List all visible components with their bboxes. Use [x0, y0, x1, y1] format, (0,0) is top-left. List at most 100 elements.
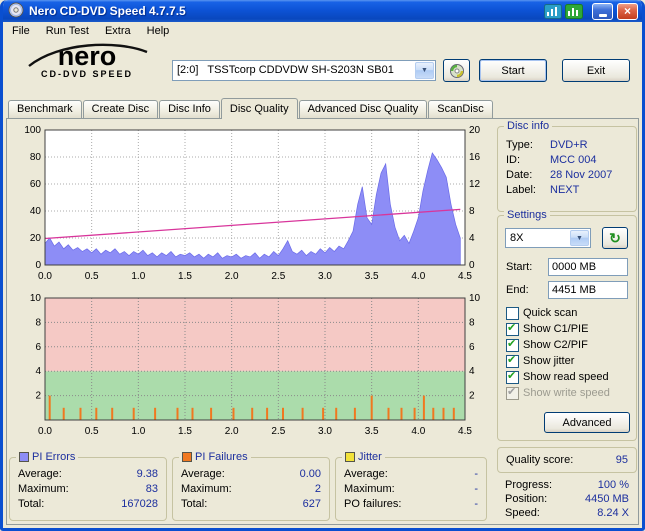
svg-text:2.0: 2.0 [225, 426, 239, 437]
checkbox-box[interactable] [506, 306, 519, 320]
svg-text:2.0: 2.0 [225, 271, 239, 282]
svg-text:4.5: 4.5 [458, 426, 472, 437]
end-input[interactable]: 4451 MB [548, 281, 628, 299]
checkbox-box[interactable]: ✔ [506, 322, 519, 336]
menu-extra[interactable]: Extra [97, 23, 139, 39]
window-title: Nero CD-DVD Speed 4.7.7.5 [29, 4, 186, 18]
stat-value: 2 [314, 483, 321, 495]
progress-value: 8.24 X [597, 507, 629, 519]
svg-text:2: 2 [469, 391, 475, 402]
stat-row-average: Average: 9.38 [18, 468, 158, 483]
tab-disc-quality[interactable]: Disc Quality [220, 98, 298, 119]
svg-text:2.5: 2.5 [271, 426, 285, 437]
tab-disc-info[interactable]: Disc Info [159, 100, 220, 118]
app-icon [8, 2, 24, 21]
svg-text:2.5: 2.5 [271, 271, 285, 282]
svg-text:1.5: 1.5 [178, 426, 192, 437]
check-icon: ✔ [507, 337, 517, 350]
stat-value: 83 [145, 483, 158, 495]
stat-label: Maximum: [18, 483, 69, 495]
svg-text:3.5: 3.5 [365, 426, 379, 437]
menu-run-test[interactable]: Run Test [38, 23, 97, 39]
titlebar-chart-icon-1[interactable] [544, 3, 562, 19]
checkbox-box[interactable]: ✔ [506, 370, 519, 384]
logo-wordmark: nero [57, 41, 117, 71]
checkbox-label: Quick scan [523, 307, 578, 319]
stats-row: PI Errors Average: 9.38 Maximum: 83 Total: 16… [9, 451, 493, 521]
jitter-stats-group: Jitter Average: - Maximum: - PO failures: - [335, 451, 487, 521]
checkbox-quick-scan[interactable]: Quick scan [506, 305, 632, 321]
svg-text:6: 6 [469, 342, 475, 353]
tab-advanced-disc-quality[interactable]: Advanced Disc Quality [298, 100, 428, 118]
svg-text:4: 4 [35, 366, 41, 377]
svg-text:20: 20 [30, 233, 42, 244]
svg-text:1.5: 1.5 [178, 271, 192, 282]
svg-text:10: 10 [30, 294, 42, 304]
tab-benchmark[interactable]: Benchmark [8, 100, 82, 118]
svg-text:20: 20 [469, 125, 481, 136]
refresh-button[interactable]: ↻ [602, 227, 628, 249]
checkbox-show-read-speed[interactable]: ✔ Show read speed [506, 369, 632, 385]
drive-select[interactable]: [2:0] TSSTcorp CDDVDW SH-S203N SB01 ▼ [172, 60, 436, 81]
svg-text:8: 8 [469, 206, 475, 217]
disc-info-row-date: Date: 28 Nov 2007 [498, 169, 636, 184]
stat-label: PO failures: [344, 498, 402, 510]
nero-logo: nero CD-DVD SPEED [11, 43, 163, 79]
jitter-legend-chip [345, 452, 355, 462]
header: nero CD-DVD SPEED [2:0] TSSTcorp CDDVDW … [3, 40, 642, 97]
start-button[interactable]: Start [479, 59, 547, 82]
svg-text:2: 2 [35, 391, 41, 402]
right-panel: Disc info Type: DVD+R ID: MCC 004 Date: 28 No… [497, 119, 637, 524]
checkbox-box[interactable]: ✔ [506, 354, 519, 368]
exit-button[interactable]: Exit [562, 59, 630, 82]
speed-select[interactable]: 8X ▼ [505, 228, 591, 248]
disc-info-row-id: ID: MCC 004 [498, 154, 636, 169]
start-label: Start: [506, 261, 533, 273]
close-button[interactable]: × [617, 2, 638, 20]
svg-text:0: 0 [469, 260, 475, 271]
stat-value: 9.38 [136, 468, 158, 480]
stat-row-maximum: Maximum: 2 [181, 483, 321, 498]
svg-text:0.5: 0.5 [85, 271, 99, 282]
svg-text:8: 8 [35, 317, 41, 328]
checkbox-label: Show jitter [523, 355, 575, 367]
progress-row-progress: Progress: 100 % [497, 479, 637, 493]
tab-scandisc[interactable]: ScanDisc [428, 100, 493, 118]
field-label: Label: [506, 184, 536, 196]
svg-text:3.5: 3.5 [365, 271, 379, 282]
svg-text:0.0: 0.0 [38, 426, 52, 437]
quality-score-label: Quality score: [506, 454, 574, 466]
svg-text:4: 4 [469, 366, 475, 377]
svg-text:0: 0 [35, 260, 41, 271]
menu-help[interactable]: Help [139, 23, 178, 39]
tab-create-disc[interactable]: Create Disc [82, 100, 159, 118]
checkbox-box[interactable]: ✔ [506, 337, 519, 352]
chevron-down-icon[interactable]: ▼ [415, 62, 434, 79]
check-icon: ✔ [507, 385, 517, 398]
checkbox-show-jitter[interactable]: ✔ Show jitter [506, 353, 632, 369]
group-title: Jitter [358, 451, 382, 463]
svg-text:0.5: 0.5 [85, 426, 99, 437]
advanced-button[interactable]: Advanced [544, 412, 630, 433]
checkbox-show-c2-pif[interactable]: ✔ Show C2/PIF [506, 337, 632, 353]
checkbox-box: ✔ [506, 385, 519, 400]
stat-value: 167028 [121, 498, 158, 510]
checkbox-label: Show read speed [523, 371, 609, 383]
field-label: Date: [506, 169, 533, 181]
checkbox-show-c1-pie[interactable]: ✔ Show C1/PIE [506, 321, 632, 337]
svg-text:100: 100 [24, 125, 41, 136]
field-value: 28 Nov 2007 [550, 169, 613, 181]
speed-select-value: 8X [510, 232, 524, 244]
titlebar-chart-icon-2[interactable] [565, 3, 583, 19]
svg-text:4.0: 4.0 [411, 271, 425, 282]
svg-text:4.0: 4.0 [411, 426, 425, 437]
svg-text:6: 6 [35, 342, 41, 353]
drive-tool-button[interactable] [443, 59, 470, 82]
menu-file[interactable]: File [4, 23, 38, 39]
start-input[interactable]: 0000 MB [548, 258, 628, 276]
field-value: MCC 004 [550, 154, 597, 166]
pi-failures-legend-chip [182, 452, 192, 462]
minimize-button[interactable] [592, 2, 613, 20]
chevron-down-icon[interactable]: ▼ [570, 230, 589, 246]
titlebar[interactable]: Nero CD-DVD Speed 4.7.7.5 × [3, 0, 642, 22]
